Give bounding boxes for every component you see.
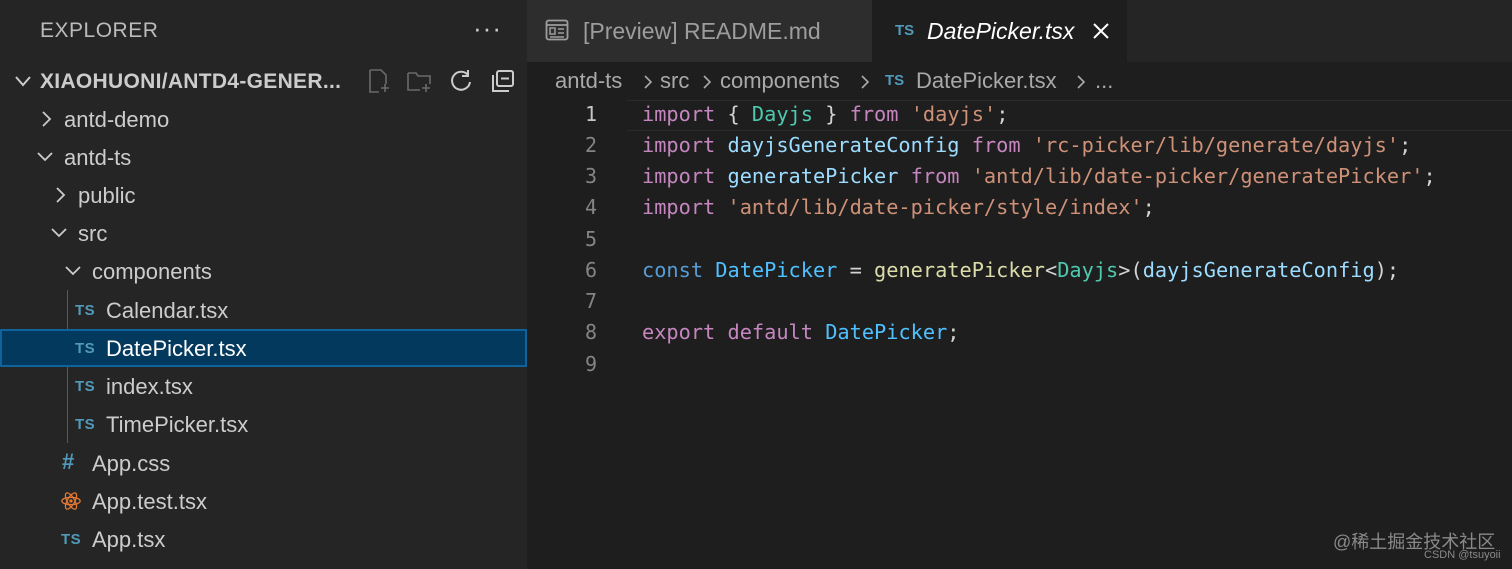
line-number: 9 bbox=[584, 352, 597, 376]
breadcrumb-item[interactable]: src bbox=[660, 68, 689, 94]
tab-datepicker[interactable]: TS DatePicker.tsx bbox=[872, 0, 1127, 62]
tree-item-datepicker[interactable]: TS DatePicker.tsx bbox=[0, 329, 527, 367]
typescript-file-icon: TS bbox=[75, 378, 96, 395]
tree-item-label: src bbox=[78, 221, 108, 246]
breadcrumb-item[interactable]: DatePicker.tsx bbox=[916, 68, 1057, 94]
workspace-root-label: XIAOHUONI/ANTD4-GENER... bbox=[40, 70, 342, 93]
breadcrumb-item[interactable]: components bbox=[720, 68, 840, 94]
line-number: 3 bbox=[584, 164, 597, 188]
explorer-title: EXPLORER bbox=[40, 19, 159, 42]
code-line: const DatePicker = generatePicker<Dayjs>… bbox=[642, 258, 1400, 282]
close-icon[interactable] bbox=[1090, 20, 1112, 42]
react-file-icon bbox=[61, 492, 81, 510]
line-number: 1 bbox=[584, 102, 597, 126]
tree-item-antd-demo[interactable]: antd-demo bbox=[0, 100, 527, 138]
code-line: import dayjsGenerateConfig from 'rc-pick… bbox=[642, 133, 1412, 157]
code-line: export default DatePicker; bbox=[642, 320, 960, 344]
new-folder-icon[interactable] bbox=[406, 68, 432, 94]
tree-item-label: App.test.tsx bbox=[92, 489, 207, 514]
tree-item-label: App.tsx bbox=[92, 527, 166, 552]
watermark-author: CSDN @tsuyoii bbox=[1424, 549, 1501, 561]
preview-icon bbox=[545, 19, 569, 41]
editor-tab-bar: [Preview] README.md TS DatePicker.tsx bbox=[527, 0, 1512, 62]
tree-item-calendar[interactable]: TS Calendar.tsx bbox=[0, 291, 527, 329]
typescript-file-icon: TS bbox=[61, 531, 82, 548]
tab-label: [Preview] README.md bbox=[583, 18, 821, 44]
line-number: 5 bbox=[584, 227, 597, 251]
chevron-down-icon bbox=[51, 228, 67, 238]
tree-item-app-tsx[interactable]: TS App.tsx bbox=[0, 520, 527, 558]
tree-item-label: public bbox=[78, 183, 136, 208]
chevron-down-icon bbox=[65, 266, 81, 276]
tree-item-src[interactable]: src bbox=[0, 214, 527, 252]
more-actions-icon[interactable]: ··· bbox=[473, 13, 502, 44]
breadcrumb-item[interactable]: antd-ts bbox=[555, 68, 622, 94]
breadcrumb: antd-ts src components TS DatePicker.tsx… bbox=[527, 62, 1512, 100]
css-file-icon: # bbox=[62, 449, 75, 474]
tree-item-label: antd-ts bbox=[64, 145, 132, 170]
tab-readme-preview[interactable]: [Preview] README.md bbox=[527, 0, 872, 62]
tree-item-label: components bbox=[92, 259, 212, 284]
chevron-right-icon bbox=[703, 75, 712, 89]
typescript-file-icon: TS bbox=[75, 340, 96, 357]
chevron-down-icon bbox=[37, 152, 53, 162]
tree-item-app-css[interactable]: # App.css bbox=[0, 444, 527, 482]
line-number: 2 bbox=[584, 133, 597, 157]
tree-item-timepicker[interactable]: TS TimePicker.tsx bbox=[0, 405, 527, 443]
chevron-right-icon bbox=[861, 75, 870, 89]
new-file-icon[interactable] bbox=[365, 68, 391, 94]
chevron-right-icon bbox=[1077, 75, 1086, 89]
breadcrumb-item[interactable]: ... bbox=[1095, 68, 1113, 94]
chevron-right-icon bbox=[42, 111, 52, 127]
tree-item-label: antd-demo bbox=[64, 107, 170, 132]
chevron-right-icon bbox=[56, 187, 66, 203]
line-number: 4 bbox=[584, 195, 597, 219]
tree-item-label: DatePicker.tsx bbox=[106, 336, 247, 361]
line-number: 8 bbox=[584, 320, 597, 344]
tree-item-components[interactable]: components bbox=[0, 252, 527, 290]
explorer-sidebar: EXPLORER ··· XIAOHUONI/ANTD4-GENER... an… bbox=[0, 0, 527, 569]
chevron-right-icon bbox=[644, 75, 653, 89]
typescript-file-icon: TS bbox=[885, 72, 905, 89]
typescript-file-icon: TS bbox=[895, 22, 915, 39]
refresh-icon[interactable] bbox=[448, 68, 474, 94]
tree-item-index[interactable]: TS index.tsx bbox=[0, 367, 527, 405]
code-line: import { Dayjs } from 'dayjs'; bbox=[642, 102, 1009, 126]
typescript-file-icon: TS bbox=[75, 416, 96, 433]
tree-item-label: Calendar.tsx bbox=[106, 298, 229, 323]
tree-item-label: TimePicker.tsx bbox=[106, 412, 249, 437]
typescript-file-icon: TS bbox=[75, 302, 96, 319]
collapse-all-icon[interactable] bbox=[490, 68, 516, 94]
tab-label: DatePicker.tsx bbox=[927, 18, 1075, 44]
tree-item-public[interactable]: public bbox=[0, 176, 527, 214]
line-number: 6 bbox=[584, 258, 597, 282]
code-editor[interactable]: 1 2 3 4 5 6 7 8 9 import { Dayjs } from … bbox=[527, 100, 1512, 569]
chevron-down-icon bbox=[15, 76, 31, 87]
line-number: 7 bbox=[584, 289, 597, 313]
tree-item-antd-ts[interactable]: antd-ts bbox=[0, 138, 527, 176]
explorer-header: EXPLORER ··· bbox=[0, 0, 527, 62]
tree-item-label: App.css bbox=[92, 451, 171, 476]
tree-item-label: index.tsx bbox=[106, 374, 193, 399]
code-line: import generatePicker from 'antd/lib/dat… bbox=[642, 164, 1436, 188]
code-line: import 'antd/lib/date-picker/style/index… bbox=[642, 195, 1155, 219]
workspace-root[interactable]: XIAOHUONI/ANTD4-GENER... bbox=[0, 62, 527, 100]
tree-item-app-test[interactable]: App.test.tsx bbox=[0, 482, 527, 520]
